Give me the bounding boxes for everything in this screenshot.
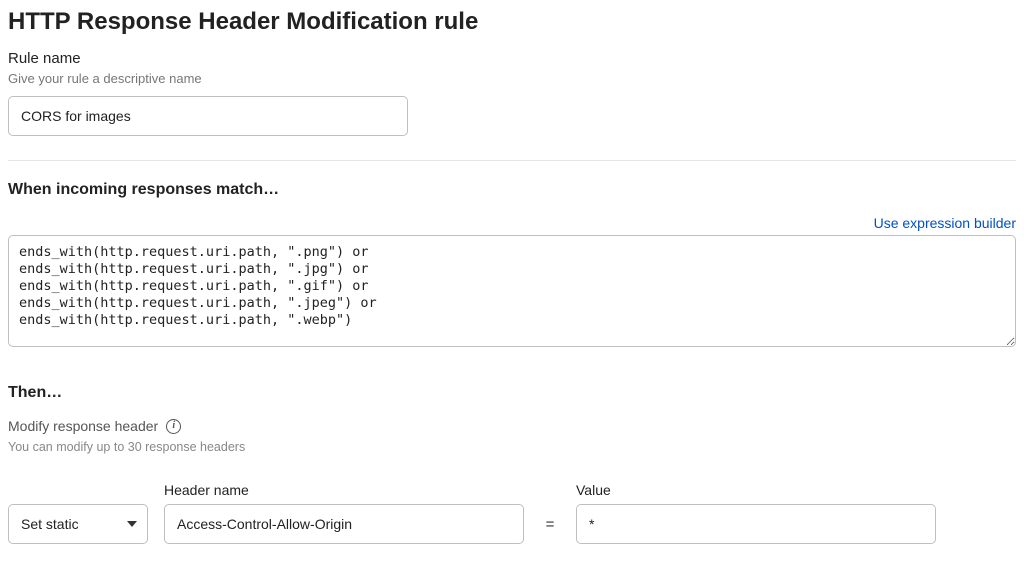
action-select[interactable]: Set static — [8, 504, 148, 544]
action-select-value: Set static — [21, 516, 79, 532]
then-section: Then… Modify response header i You can m… — [8, 384, 1016, 544]
page-title: HTTP Response Header Modification rule — [8, 8, 1016, 36]
builder-link-row: Use expression builder — [8, 215, 1016, 231]
match-section: When incoming responses match… Use expre… — [8, 181, 1016, 352]
rule-name-label: Rule name — [8, 50, 1016, 67]
header-name-input[interactable] — [164, 504, 524, 544]
chevron-down-icon — [127, 521, 137, 527]
rule-name-helper: Give your rule a descriptive name — [8, 71, 1016, 86]
match-heading: When incoming responses match… — [8, 181, 1016, 199]
rule-editor-page: HTTP Response Header Modification rule R… — [0, 0, 1024, 564]
section-divider — [8, 160, 1016, 161]
header-value-input[interactable] — [576, 504, 936, 544]
header-limit-text: You can modify up to 30 response headers — [8, 440, 1016, 454]
value-col-label: Value — [576, 482, 936, 498]
use-expression-builder-link[interactable]: Use expression builder — [874, 215, 1016, 231]
header-modification-row: Set static = — [8, 504, 1016, 544]
equals-sign: = — [540, 516, 560, 533]
header-name-col-label: Header name — [164, 482, 524, 498]
rule-name-section: Rule name Give your rule a descriptive n… — [8, 50, 1016, 136]
info-icon[interactable]: i — [166, 419, 181, 434]
rule-name-input[interactable] — [8, 96, 408, 136]
expression-textarea[interactable] — [8, 235, 1016, 347]
header-row-labels: Header name Value — [8, 482, 1016, 498]
modify-header-label: Modify response header — [8, 418, 158, 434]
then-heading: Then… — [8, 384, 1016, 402]
modify-header-label-row: Modify response header i — [8, 418, 1016, 434]
